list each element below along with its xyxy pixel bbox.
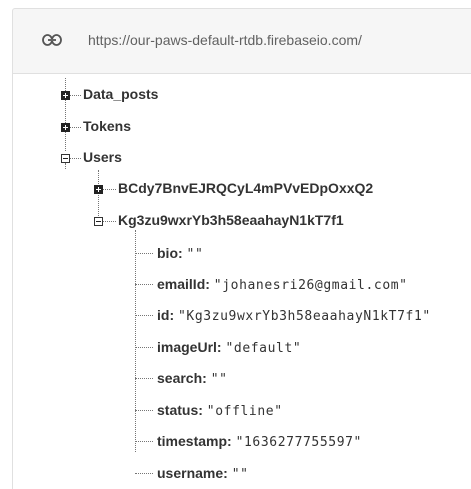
database-url[interactable]: https://our-paws-default-rtdb.firebaseio… xyxy=(88,32,362,48)
tree-connector xyxy=(135,410,153,411)
field-key: bio: xyxy=(157,245,183,261)
expand-toggle-icon[interactable] xyxy=(94,185,103,194)
field-value[interactable]: "" xyxy=(232,467,249,482)
field-key: emailId: xyxy=(157,276,210,292)
collapse-toggle-icon[interactable] xyxy=(61,154,70,163)
tree-fields-line xyxy=(135,230,136,452)
link-icon[interactable] xyxy=(42,33,62,47)
field-value[interactable]: "1636277755597" xyxy=(236,435,362,450)
collapse-toggle-icon[interactable] xyxy=(94,217,103,226)
field-key: status: xyxy=(157,402,203,418)
field-value[interactable]: "Kg3zu9wxrYb3h58eaahayN1kT7f1" xyxy=(178,309,431,324)
tree-children-line xyxy=(98,170,99,222)
tree-connector xyxy=(135,284,153,285)
field-key: username: xyxy=(157,465,228,481)
field-key: search: xyxy=(157,370,207,386)
tree-connector xyxy=(135,253,153,254)
expand-toggle-icon[interactable] xyxy=(61,123,70,132)
field-key: timestamp: xyxy=(157,433,232,449)
field-key: id: xyxy=(157,307,175,323)
field-value[interactable]: "offline" xyxy=(207,404,283,419)
node-user-kg3zu9[interactable]: Kg3zu9wxrYb3h58eaahayN1kT7f1 xyxy=(118,212,344,228)
tree-connector xyxy=(135,441,153,442)
tree-root-line xyxy=(65,78,66,151)
node-tokens[interactable]: Tokens xyxy=(83,118,131,134)
node-users[interactable]: Users xyxy=(83,149,122,165)
field-value[interactable]: "" xyxy=(187,247,204,262)
node-data-posts[interactable]: Data_posts xyxy=(83,86,158,102)
node-user-bcdy7[interactable]: BCdy7BnvEJRQCyL4mPVvEDpOxxQ2 xyxy=(118,180,373,196)
field-key: imageUrl: xyxy=(157,339,222,355)
field-username[interactable]: username: "" xyxy=(157,465,249,482)
field-status[interactable]: status: "offline" xyxy=(157,402,283,419)
tree-connector xyxy=(135,378,153,379)
firebase-data-panel: https://our-paws-default-rtdb.firebaseio… xyxy=(0,0,471,489)
expand-toggle-icon[interactable] xyxy=(61,91,70,100)
field-value[interactable]: "johanesri26@gmail.com" xyxy=(214,278,408,293)
field-value[interactable]: "default" xyxy=(225,341,301,356)
field-timestamp[interactable]: timestamp: "1636277755597" xyxy=(157,433,362,450)
content-left-border xyxy=(12,74,13,489)
field-value[interactable]: "" xyxy=(211,372,228,387)
field-emailid[interactable]: emailId: "johanesri26@gmail.com" xyxy=(157,276,408,293)
tree-connector xyxy=(135,315,153,316)
tree-children-line xyxy=(65,163,66,169)
field-id[interactable]: id: "Kg3zu9wxrYb3h58eaahayN1kT7f1" xyxy=(157,307,431,324)
field-imageurl[interactable]: imageUrl: "default" xyxy=(157,339,301,356)
field-bio[interactable]: bio: "" xyxy=(157,245,203,262)
tree-connector xyxy=(135,347,153,348)
field-search[interactable]: search: "" xyxy=(157,370,228,387)
tree-connector xyxy=(135,473,153,474)
